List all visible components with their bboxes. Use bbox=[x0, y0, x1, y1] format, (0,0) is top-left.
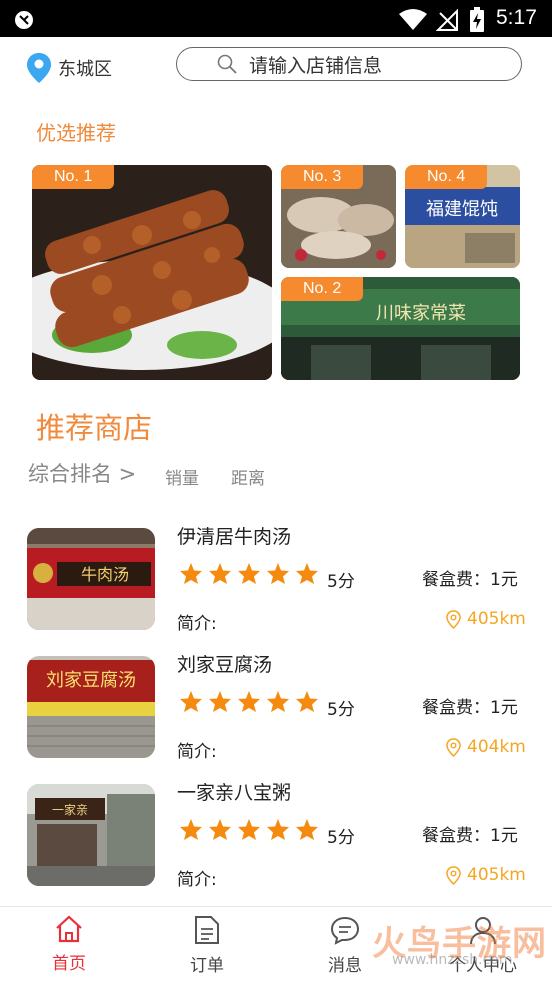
shop-intro: 简介: bbox=[177, 614, 217, 634]
box-fee: 餐盒费：1元 bbox=[422, 570, 518, 590]
location-selector[interactable]: 东城区 bbox=[26, 52, 112, 84]
shop-sign-text: 刘家豆腐汤 bbox=[46, 670, 136, 691]
search-icon bbox=[217, 54, 237, 74]
star-icon bbox=[180, 563, 202, 584]
status-bar: 5:17 bbox=[0, 0, 552, 37]
rating-stars bbox=[179, 690, 319, 713]
signal-icon bbox=[436, 9, 458, 31]
star-icon bbox=[296, 563, 318, 584]
tab-home[interactable]: 首页 bbox=[34, 915, 104, 974]
star-icon bbox=[296, 819, 318, 840]
shop-score: 5分 bbox=[327, 828, 355, 848]
rank-tag: No. 3 bbox=[281, 165, 364, 189]
location-pin-icon bbox=[27, 53, 51, 83]
shop-name: 伊清居牛肉汤 bbox=[177, 526, 292, 548]
clock: 5:17 bbox=[496, 6, 537, 29]
star-icon bbox=[209, 819, 231, 840]
watermark-url: www.hnzzsh.com bbox=[392, 952, 513, 968]
shop-thumbnail: 刘家豆腐汤 bbox=[27, 656, 155, 758]
rating-stars bbox=[179, 818, 319, 841]
shop-sign-text: 牛肉汤 bbox=[81, 565, 129, 584]
svg-text:川味家常菜: 川味家常菜 bbox=[376, 303, 466, 324]
shop-distance: 405km bbox=[446, 865, 526, 885]
rank-tag: No. 4 bbox=[405, 165, 488, 189]
battery-charging-icon bbox=[470, 7, 484, 32]
app-notification-icon bbox=[15, 11, 33, 29]
box-fee: 餐盒费：1元 bbox=[422, 698, 518, 718]
shop-intro: 简介: bbox=[177, 870, 217, 890]
rank-tag: No. 2 bbox=[281, 277, 364, 301]
featured-card-4[interactable]: 福建馄饨 No. 4 bbox=[405, 165, 520, 268]
tab-label: 消息 bbox=[328, 956, 362, 976]
distance-value: 405km bbox=[467, 865, 526, 885]
order-icon bbox=[195, 916, 219, 944]
search-input[interactable]: 请输入店铺信息 bbox=[176, 47, 522, 81]
featured-card-2[interactable]: 川味家常菜 No. 2 bbox=[281, 277, 520, 380]
star-icon bbox=[238, 563, 260, 584]
home-icon bbox=[56, 915, 82, 943]
shop-item[interactable]: 牛肉汤 伊清居牛肉汤 5分 餐盒费：1元 简介: 405km bbox=[0, 526, 552, 638]
tab-messages[interactable]: 消息 bbox=[310, 915, 380, 976]
featured-title: 优选推荐 bbox=[36, 121, 116, 145]
star-icon bbox=[296, 691, 318, 712]
shop-intro: 简介: bbox=[177, 742, 217, 762]
shop-thumbnail: 一家亲 bbox=[27, 784, 155, 886]
star-icon bbox=[267, 691, 289, 712]
location-outline-icon bbox=[446, 865, 461, 885]
shop-name: 刘家豆腐汤 bbox=[177, 654, 273, 676]
sort-overall[interactable]: 综合排名 > bbox=[28, 458, 136, 488]
shop-item[interactable]: 一家亲 一家亲八宝粥 5分 餐盒费：1元 简介: 405km bbox=[0, 782, 552, 894]
star-icon bbox=[180, 819, 202, 840]
search-placeholder: 请输入店铺信息 bbox=[249, 55, 383, 77]
location-outline-icon bbox=[446, 609, 461, 629]
star-icon bbox=[238, 691, 260, 712]
star-icon bbox=[209, 691, 231, 712]
skewer-image bbox=[32, 165, 272, 380]
tab-orders[interactable]: 订单 bbox=[172, 915, 242, 976]
shop-item[interactable]: 刘家豆腐汤 刘家豆腐汤 5分 餐盒费：1元 简介: 404km bbox=[0, 654, 552, 766]
sort-sales[interactable]: 销量 bbox=[165, 464, 199, 489]
box-fee: 餐盒费：1元 bbox=[422, 826, 518, 846]
distance-value: 404km bbox=[467, 737, 526, 757]
star-icon bbox=[180, 691, 202, 712]
star-icon bbox=[267, 819, 289, 840]
shop-score: 5分 bbox=[327, 572, 355, 592]
location-outline-icon bbox=[446, 737, 461, 757]
recommend-title: 推荐商店 bbox=[36, 411, 153, 445]
star-icon bbox=[209, 563, 231, 584]
tab-label: 首页 bbox=[52, 954, 86, 974]
featured-card-1[interactable]: No. 1 bbox=[32, 165, 272, 380]
message-icon bbox=[330, 916, 360, 945]
wifi-icon bbox=[399, 9, 427, 30]
shop-thumbnail: 牛肉汤 bbox=[27, 528, 155, 630]
svg-text:福建馄饨: 福建馄饨 bbox=[426, 199, 498, 220]
shop-distance: 405km bbox=[446, 609, 526, 629]
rating-stars bbox=[179, 562, 319, 585]
star-icon bbox=[267, 563, 289, 584]
shop-name: 一家亲八宝粥 bbox=[177, 782, 292, 804]
featured-card-3[interactable]: No. 3 bbox=[281, 165, 396, 268]
star-icon bbox=[238, 819, 260, 840]
shop-distance: 404km bbox=[446, 737, 526, 757]
shop-score: 5分 bbox=[327, 700, 355, 720]
distance-value: 405km bbox=[467, 609, 526, 629]
city-label: 东城区 bbox=[58, 59, 112, 80]
sort-distance[interactable]: 距离 bbox=[231, 464, 265, 489]
rank-tag: No. 1 bbox=[32, 165, 115, 189]
tab-label: 订单 bbox=[190, 956, 224, 976]
shop-sign-text: 一家亲 bbox=[52, 802, 88, 817]
